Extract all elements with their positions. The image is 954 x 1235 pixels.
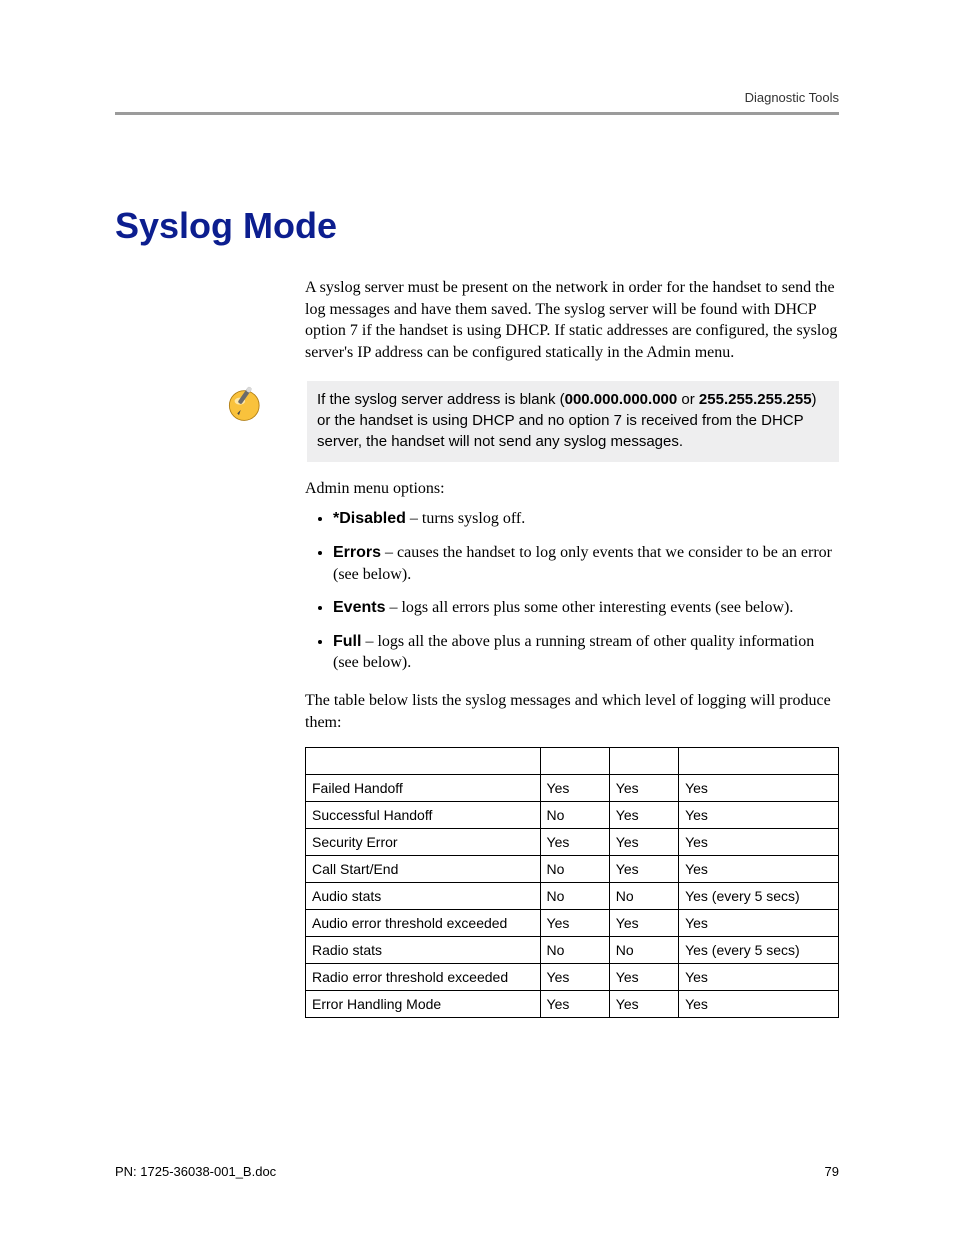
table-intro: The table below lists the syslog message…: [305, 690, 839, 733]
table-header: [306, 748, 541, 775]
table-row: Error Handling ModeYesYesYes: [306, 991, 839, 1018]
note-box: If the syslog server address is blank (0…: [307, 381, 839, 462]
table-header-row: [306, 748, 839, 775]
content-area-2: Admin menu options: *Disabled – turns sy…: [305, 480, 839, 1018]
table-cell: Yes: [679, 856, 839, 883]
table-cell: No: [609, 937, 678, 964]
table-cell: Yes: [679, 910, 839, 937]
option-desc: – turns syslog off.: [406, 510, 525, 527]
table-row: Call Start/EndNoYesYes: [306, 856, 839, 883]
table-cell: Yes: [540, 910, 609, 937]
table-cell: No: [540, 856, 609, 883]
table-cell: Yes: [540, 991, 609, 1018]
table-cell: Call Start/End: [306, 856, 541, 883]
option-events: Events – logs all errors plus some other…: [333, 597, 839, 619]
table-cell: Yes: [609, 856, 678, 883]
table-cell: Yes (every 5 secs): [679, 937, 839, 964]
table-cell: Audio error threshold exceeded: [306, 910, 541, 937]
table-cell: Successful Handoff: [306, 802, 541, 829]
table-row: Radio error threshold exceededYesYesYes: [306, 964, 839, 991]
option-desc: – logs all the above plus a running stre…: [333, 633, 814, 672]
table-cell: Yes: [679, 964, 839, 991]
header-rule: [115, 112, 839, 115]
table-row: Successful HandoffNoYesYes: [306, 802, 839, 829]
options-list: *Disabled – turns syslog off. Errors – c…: [305, 508, 839, 674]
table-cell: No: [540, 883, 609, 910]
footer-doc-id: PN: 1725-36038-001_B.doc: [115, 1164, 276, 1179]
table-cell: Yes: [679, 829, 839, 856]
footer-page-number: 79: [825, 1164, 839, 1179]
option-errors: Errors – causes the handset to log only …: [333, 542, 839, 585]
table-cell: Failed Handoff: [306, 775, 541, 802]
table-cell: Yes: [609, 964, 678, 991]
table-cell: Yes (every 5 secs): [679, 883, 839, 910]
table-cell: Yes: [609, 775, 678, 802]
table-cell: No: [540, 937, 609, 964]
note-row: If the syslog server address is blank (0…: [115, 381, 839, 462]
table-cell: No: [540, 802, 609, 829]
table-cell: Radio error threshold exceeded: [306, 964, 541, 991]
table-header: [540, 748, 609, 775]
table-cell: Radio stats: [306, 937, 541, 964]
intro-paragraph: A syslog server must be present on the n…: [305, 277, 839, 363]
table-cell: Yes: [540, 964, 609, 991]
table-cell: Yes: [609, 802, 678, 829]
page-title: Syslog Mode: [115, 205, 839, 247]
table-header: [679, 748, 839, 775]
table-cell: Yes: [609, 991, 678, 1018]
table-cell: No: [609, 883, 678, 910]
table-cell: Yes: [679, 991, 839, 1018]
table-row: Security ErrorYesYesYes: [306, 829, 839, 856]
content-area: A syslog server must be present on the n…: [305, 277, 839, 363]
table-cell: Audio stats: [306, 883, 541, 910]
note-bold-2: 255.255.255.255: [699, 391, 812, 408]
table-cell: Yes: [540, 775, 609, 802]
option-desc: – causes the handset to log only events …: [333, 544, 832, 583]
option-label: Errors: [333, 544, 381, 561]
option-full: Full – logs all the above plus a running…: [333, 631, 839, 674]
admin-menu-label: Admin menu options:: [305, 480, 839, 498]
note-bold-1: 000.000.000.000: [565, 391, 678, 408]
table-cell: Security Error: [306, 829, 541, 856]
table-row: Audio statsNoNoYes (every 5 secs): [306, 883, 839, 910]
note-icon: [225, 381, 267, 427]
table-body: Failed HandoffYesYesYesSuccessful Handof…: [306, 775, 839, 1018]
table-cell: Yes: [540, 829, 609, 856]
note-text-pre: If the syslog server address is blank (: [317, 391, 565, 408]
syslog-table: Failed HandoffYesYesYesSuccessful Handof…: [305, 747, 839, 1018]
option-label: *Disabled: [333, 510, 406, 527]
table-row: Audio error threshold exceededYesYesYes: [306, 910, 839, 937]
option-desc: – logs all errors plus some other intere…: [385, 599, 793, 616]
table-header: [609, 748, 678, 775]
option-label: Events: [333, 599, 385, 616]
table-cell: Error Handling Mode: [306, 991, 541, 1018]
header-section-label: Diagnostic Tools: [745, 90, 839, 105]
note-text-mid: or: [677, 391, 699, 408]
table-row: Radio statsNoNoYes (every 5 secs): [306, 937, 839, 964]
table-cell: Yes: [679, 775, 839, 802]
table-cell: Yes: [609, 910, 678, 937]
option-label: Full: [333, 633, 361, 650]
page: Diagnostic Tools Syslog Mode A syslog se…: [0, 0, 954, 1235]
table-cell: Yes: [679, 802, 839, 829]
table-cell: Yes: [609, 829, 678, 856]
table-row: Failed HandoffYesYesYes: [306, 775, 839, 802]
option-disabled: *Disabled – turns syslog off.: [333, 508, 839, 530]
